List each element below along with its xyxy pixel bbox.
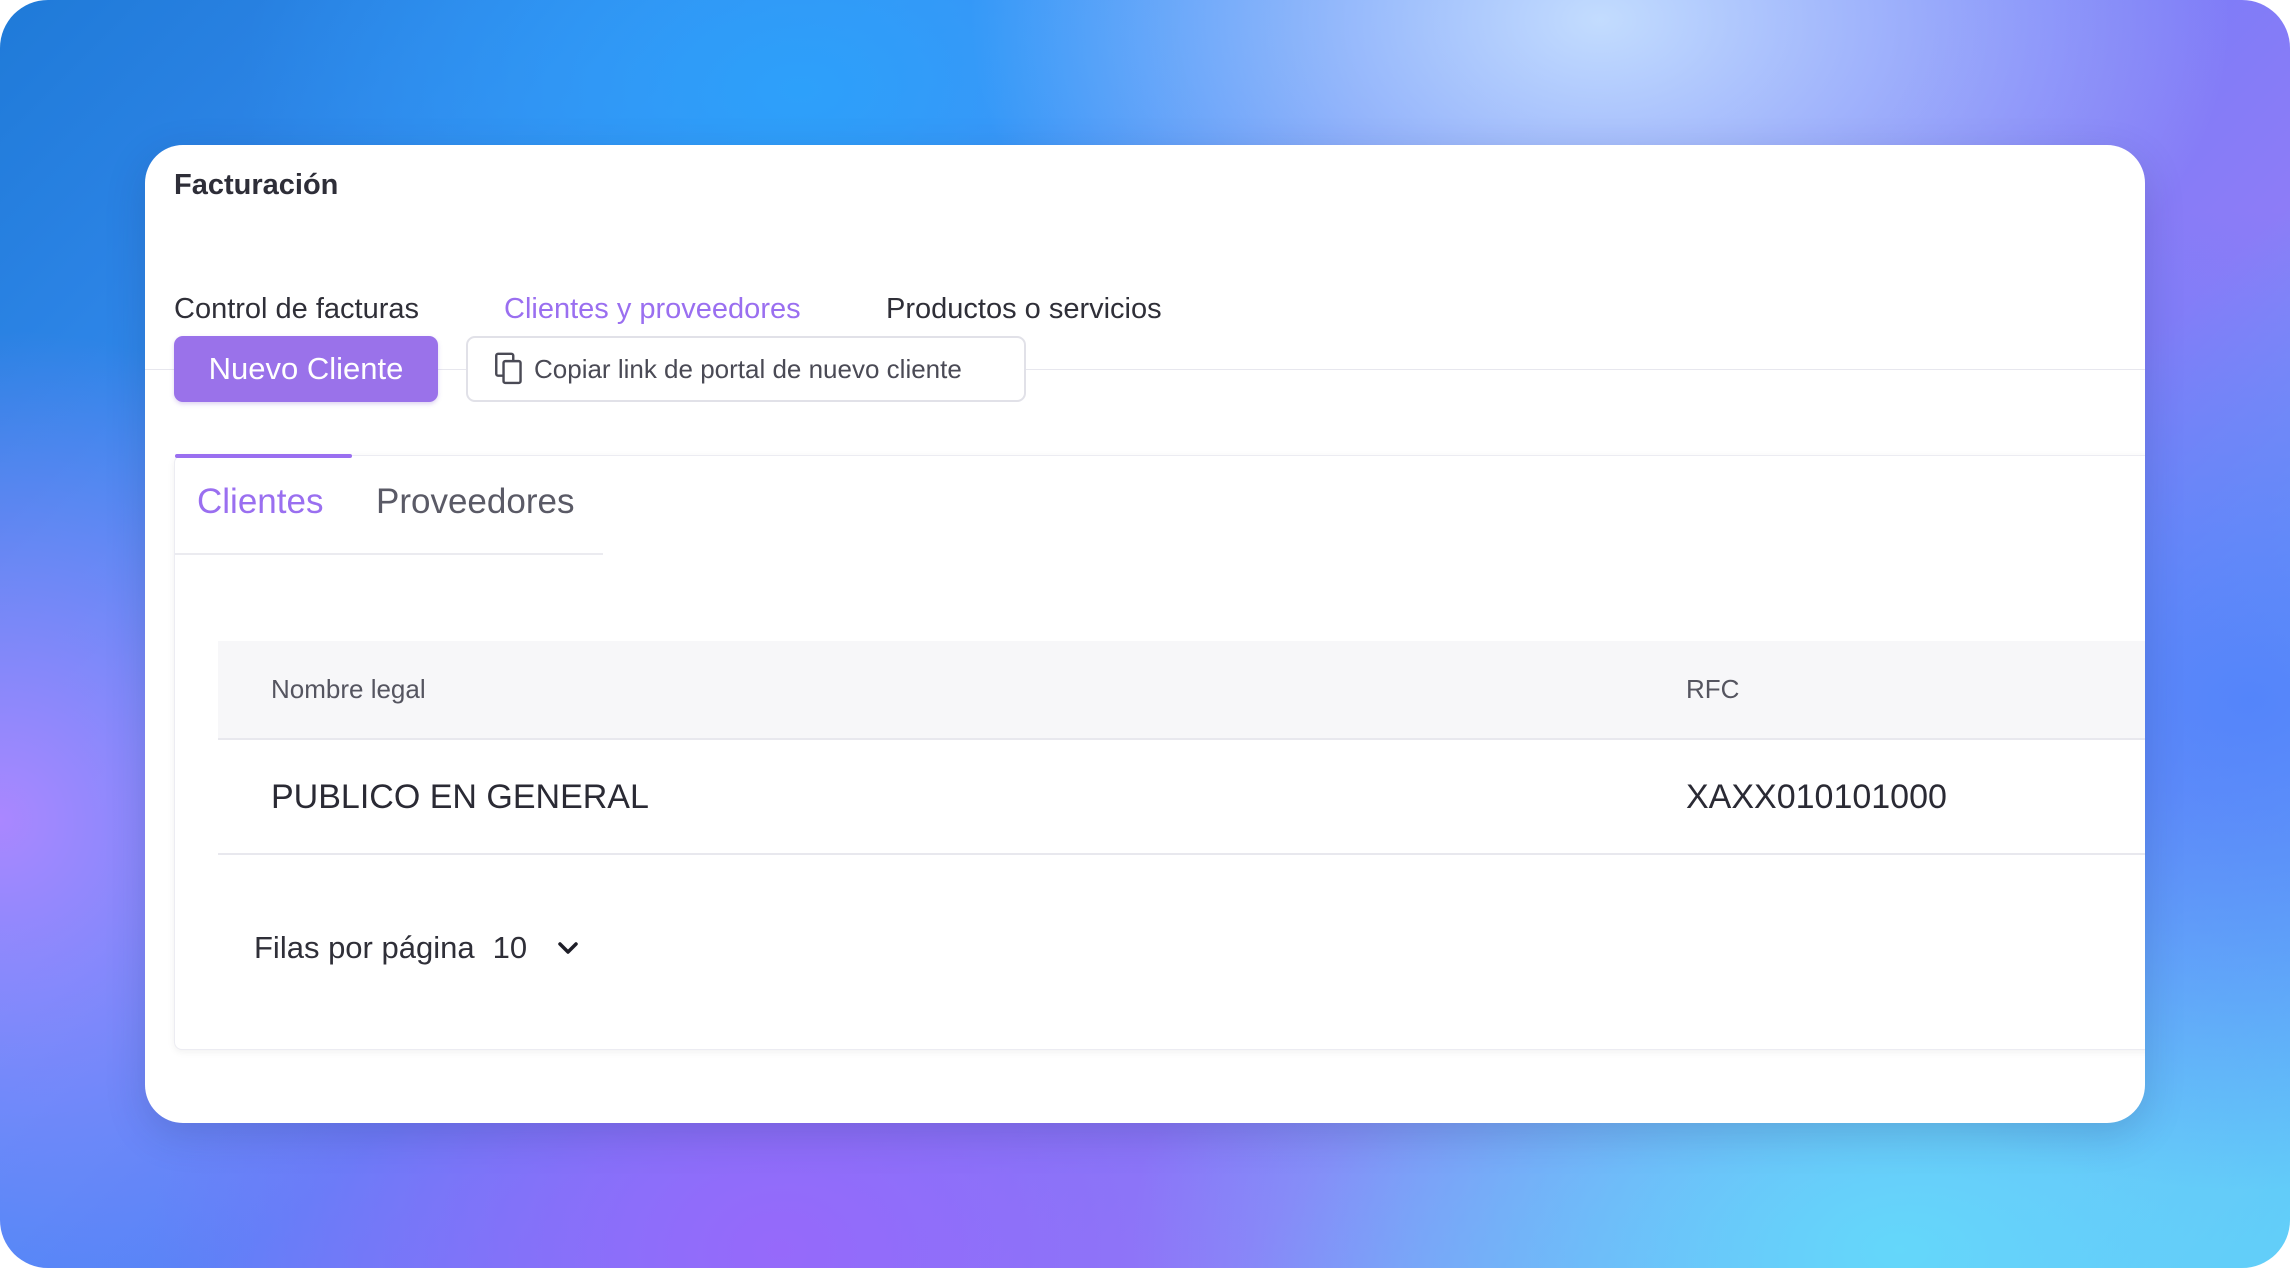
rows-per-page-label: Filas por página <box>254 930 475 965</box>
tab-proveedores[interactable]: Proveedores <box>376 482 574 522</box>
column-header-rfc[interactable]: RFC <box>1686 674 1739 705</box>
cell-nombre-legal: PUBLICO EN GENERAL <box>271 778 649 816</box>
tab-clientes[interactable]: Clientes <box>197 482 323 522</box>
chevron-down-icon <box>558 942 578 954</box>
table-header: Nombre legal RFC <box>218 641 2145 740</box>
tab-control-de-facturas[interactable]: Control de facturas <box>174 293 419 326</box>
cell-rfc: XAXX010101000 <box>1686 778 1947 816</box>
tab-productos-o-servicios[interactable]: Productos o servicios <box>886 293 1162 326</box>
tab-clientes-y-proveedores[interactable]: Clientes y proveedores <box>504 293 801 326</box>
page-title: Facturación <box>174 169 339 201</box>
pagination-footer: Filas por página 10 <box>254 930 579 966</box>
copy-icon <box>495 352 522 385</box>
tabs-divider <box>145 369 2145 370</box>
rows-per-page-select[interactable]: 10 <box>493 930 579 966</box>
new-client-button[interactable]: Nuevo Cliente <box>174 336 438 402</box>
sub-tab-indicator <box>175 454 352 458</box>
clients-panel: Clientes Proveedores Nombre legal RFC PU… <box>174 454 2145 1050</box>
copy-portal-link-button[interactable]: Copiar link de portal de nuevo cliente <box>466 336 1026 402</box>
app-window: Facturación Control de facturas Clientes… <box>145 145 2145 1123</box>
copy-portal-link-label: Copiar link de portal de nuevo cliente <box>534 353 962 384</box>
column-header-nombre-legal[interactable]: Nombre legal <box>271 674 426 705</box>
main-tabs: Control de facturas Clientes y proveedor… <box>145 225 2145 435</box>
rows-per-page-value: 10 <box>492 930 528 965</box>
table-row[interactable]: PUBLICO EN GENERAL XAXX010101000 <box>218 740 2145 855</box>
sub-tabs-divider <box>175 553 603 555</box>
